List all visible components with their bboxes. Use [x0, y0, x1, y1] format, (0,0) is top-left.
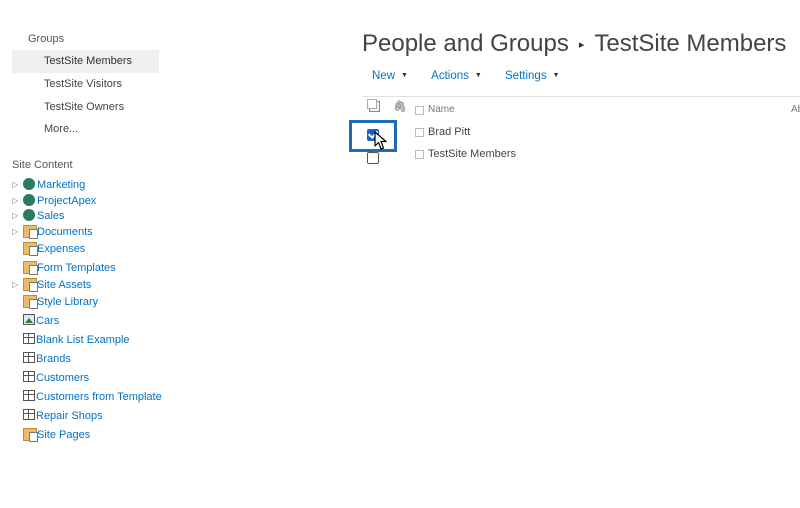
site-content-item-customers[interactable]: Customers — [12, 370, 89, 386]
breadcrumb-people-and-groups[interactable]: People and Groups — [362, 30, 569, 57]
attachment-icon: 🖇 — [393, 101, 407, 113]
site-content-item-blank-list-example[interactable]: Blank List Example — [12, 332, 130, 348]
groups-heading: Groups — [28, 33, 65, 45]
site-content-item-brands[interactable]: Brands — [12, 351, 71, 367]
expand-arrow-icon[interactable]: ▷ — [12, 193, 23, 209]
site-content-item-site-assets[interactable]: ▷ Site Assets — [12, 277, 91, 293]
document-library-icon — [23, 261, 38, 275]
new-menu-button[interactable]: New ▼ — [372, 70, 408, 82]
group-item-more[interactable]: More... — [12, 118, 159, 141]
expand-arrow-icon[interactable]: ▷ — [12, 208, 23, 224]
select-all-checkbox[interactable] — [367, 99, 380, 112]
page-title: People and Groups ▸ TestSite Members — [362, 30, 786, 58]
document-library-icon — [23, 295, 38, 309]
document-library-icon — [23, 242, 38, 256]
picture-library-icon — [23, 314, 35, 325]
list-icon — [23, 390, 35, 401]
document-library-icon — [23, 225, 38, 239]
name-column-checkbox-icon — [415, 106, 424, 115]
site-icon — [23, 209, 35, 221]
actions-menu-button[interactable]: Actions ▼ — [431, 70, 482, 82]
toolbar: New ▼ Actions ▼ Settings ▼ — [372, 70, 580, 82]
expand-arrow-icon[interactable]: ▷ — [12, 224, 23, 240]
row-name-brad-pitt[interactable]: Brad Pitt — [428, 126, 470, 138]
site-content-item-site-pages[interactable]: Site Pages — [12, 427, 90, 443]
breadcrumb-separator-icon: ▸ — [578, 39, 585, 52]
row-select-checkbox-testsite-members[interactable] — [367, 152, 379, 164]
site-content-item-repair-shops[interactable]: Repair Shops — [12, 408, 103, 424]
site-content-item-projectapex[interactable]: ▷ ProjectApex — [12, 193, 96, 209]
mouse-pointer-icon — [374, 131, 387, 150]
list-icon — [23, 409, 35, 420]
column-header-about[interactable]: Ab — [791, 104, 800, 115]
toolbar-divider — [362, 96, 800, 97]
document-library-icon — [23, 428, 38, 442]
row-name-testsite-members[interactable]: TestSite Members — [428, 148, 516, 160]
site-icon — [23, 178, 35, 190]
site-content-item-documents[interactable]: ▷ Documents — [12, 224, 93, 240]
chevron-down-icon: ▼ — [401, 72, 408, 80]
site-content-item-form-templates[interactable]: Form Templates — [12, 260, 116, 276]
column-header-name[interactable]: Name — [428, 104, 455, 115]
settings-menu-button[interactable]: Settings ▼ — [505, 70, 560, 82]
row-checkbox-icon — [415, 150, 424, 159]
site-content-item-style-library[interactable]: Style Library — [12, 294, 98, 310]
list-icon — [23, 333, 35, 344]
list-icon — [23, 371, 35, 382]
row-checkbox-icon — [415, 128, 424, 137]
chevron-down-icon: ▼ — [474, 72, 482, 80]
group-item-testsite-members[interactable]: TestSite Members — [12, 50, 159, 73]
list-icon — [23, 352, 35, 363]
site-content-item-customers-from-template[interactable]: Customers from Template — [12, 389, 162, 405]
group-item-testsite-visitors[interactable]: TestSite Visitors — [12, 73, 159, 96]
document-library-icon — [23, 278, 38, 292]
site-content-heading: Site Content — [12, 159, 73, 171]
expand-arrow-icon[interactable]: ▷ — [12, 277, 23, 293]
chevron-down-icon: ▼ — [552, 72, 560, 80]
site-content-item-marketing[interactable]: ▷ Marketing — [12, 177, 85, 193]
group-item-testsite-owners[interactable]: TestSite Owners — [12, 96, 159, 119]
site-content-item-cars[interactable]: Cars — [12, 313, 59, 329]
breadcrumb-testsite-members: TestSite Members — [594, 30, 787, 57]
expand-arrow-icon[interactable]: ▷ — [12, 177, 23, 193]
site-content-item-sales[interactable]: ▷ Sales — [12, 208, 65, 224]
site-icon — [23, 194, 35, 206]
site-content-item-expenses[interactable]: Expenses — [12, 241, 85, 257]
